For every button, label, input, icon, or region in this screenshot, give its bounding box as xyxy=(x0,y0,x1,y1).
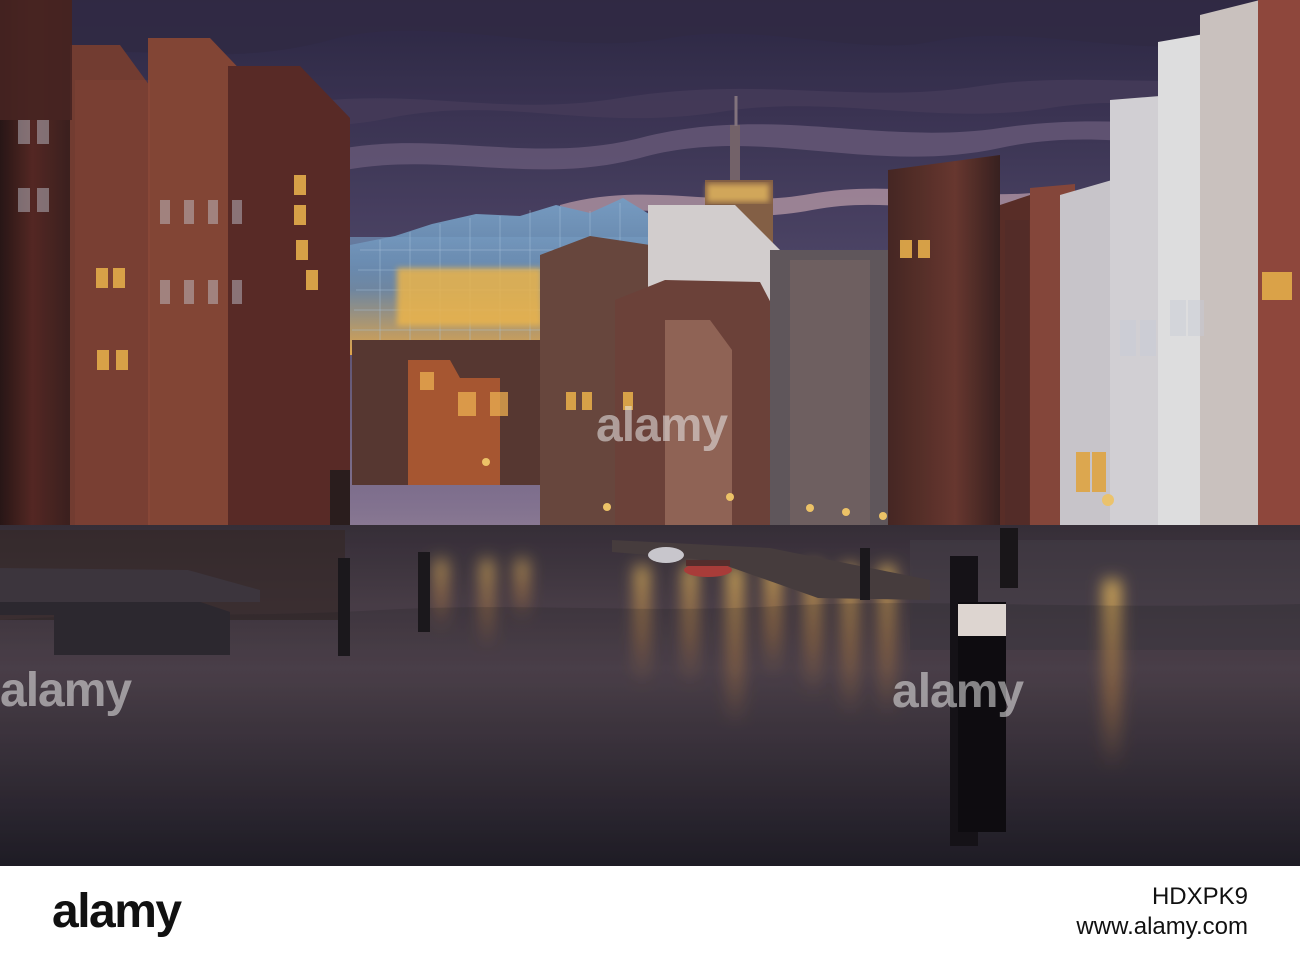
footer-domain: HDXPK9 xyxy=(1151,883,1248,910)
canal-photo: alamy alamy alamy xyxy=(0,0,1300,866)
city-canal-illustration xyxy=(0,0,1300,866)
alamy-logo: alamy xyxy=(52,885,182,938)
stock-image-page: alamy alamy alamy alamy HDXPK9 www.alamy… xyxy=(0,0,1300,956)
footer-meta: HDXPK9 www.alamy.com xyxy=(1076,883,1248,941)
photo-vignette xyxy=(0,0,1300,866)
footer-bar: alamy HDXPK9 www.alamy.com xyxy=(0,866,1300,956)
footer-url: www.alamy.com xyxy=(1076,913,1248,941)
